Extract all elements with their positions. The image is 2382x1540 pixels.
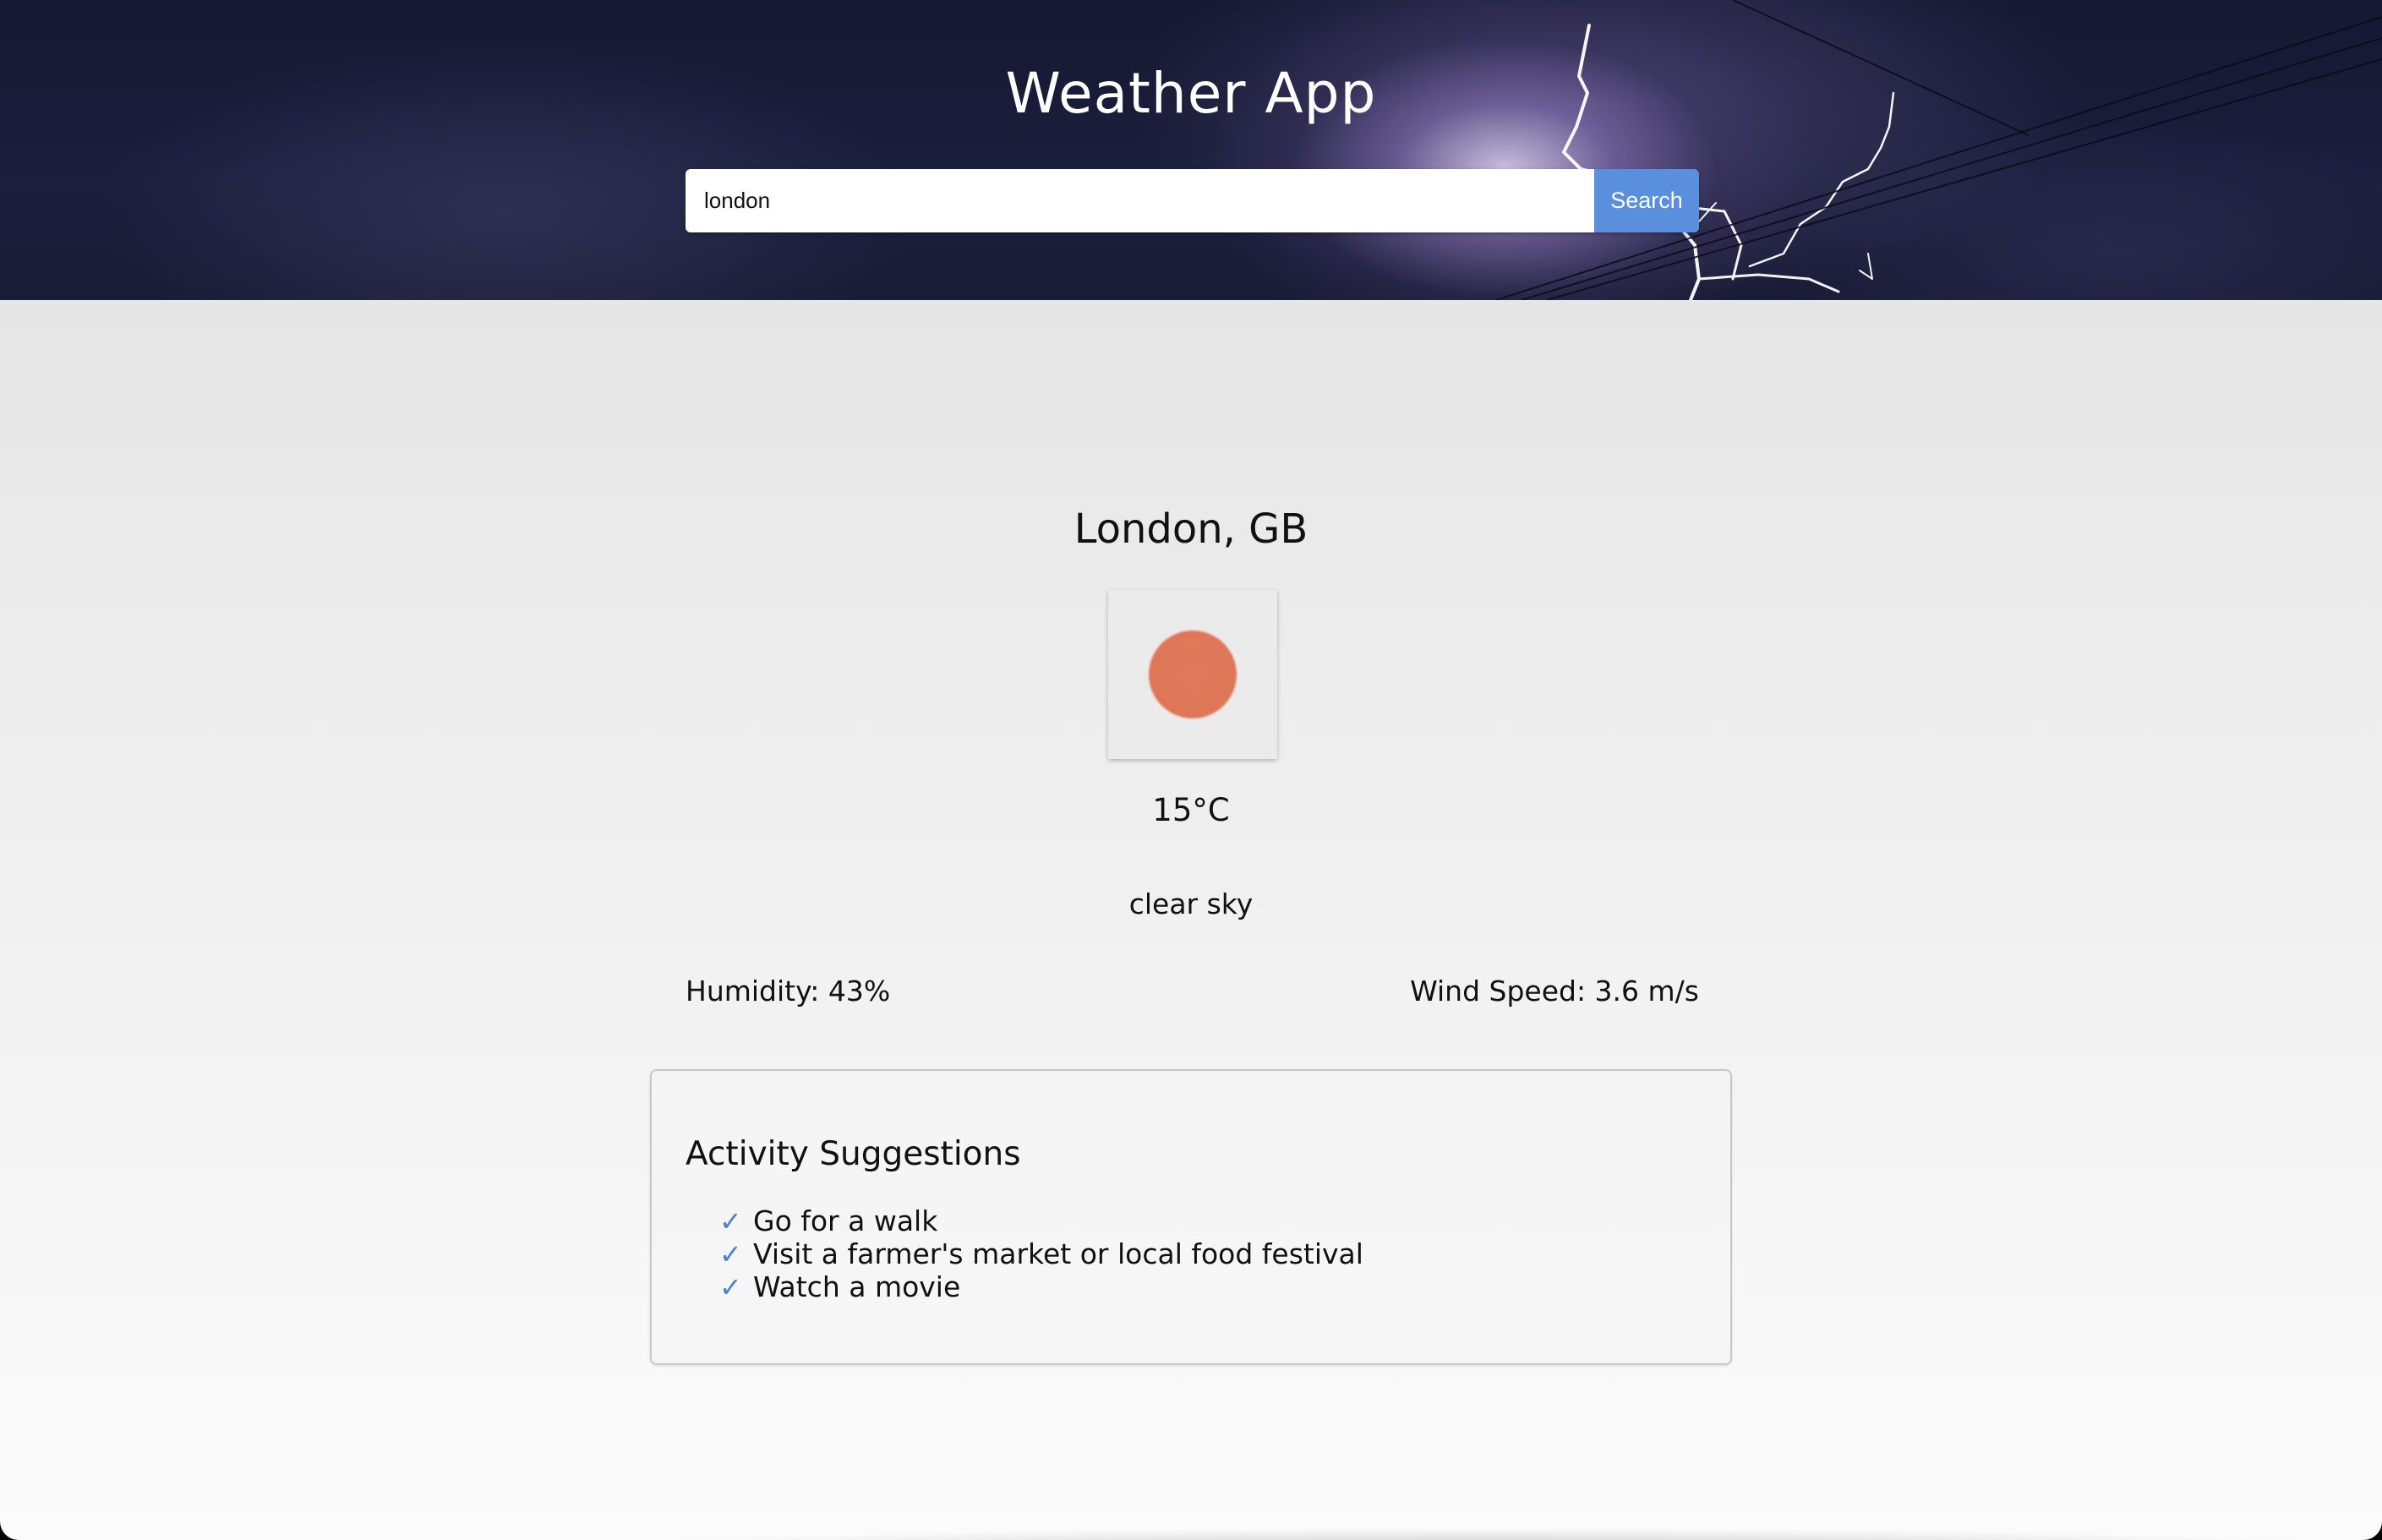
header-banner: Weather App Search	[0, 0, 2382, 300]
weather-description: clear sky	[1128, 887, 1254, 920]
app-window: Weather App Search London, GB 15°C clear…	[0, 0, 2382, 1540]
checkmark-icon: ✓	[719, 1270, 742, 1303]
weather-icon-container	[1108, 590, 1277, 759]
activity-label: Go for a walk	[753, 1204, 938, 1237]
activity-suggestions-card: Activity Suggestions ✓ Go for a walk ✓ V…	[650, 1069, 1732, 1365]
list-item: ✓ Go for a walk	[719, 1204, 1363, 1237]
list-item: ✓ Visit a farmer's market or local food …	[719, 1237, 1363, 1270]
activity-list: ✓ Go for a walk ✓ Visit a farmer's marke…	[719, 1204, 1363, 1303]
wind-speed-value: Wind Speed: 3.6 m/s	[1410, 975, 1699, 1008]
sun-icon	[1149, 631, 1237, 718]
activity-label: Visit a farmer's market or local food fe…	[753, 1237, 1363, 1270]
checkmark-icon: ✓	[719, 1237, 742, 1270]
storm-background-image	[1495, 0, 2382, 300]
activity-label: Watch a movie	[753, 1270, 961, 1303]
temperature-value: 15°C	[1152, 792, 1230, 828]
checkmark-icon: ✓	[719, 1204, 742, 1237]
city-search-input[interactable]	[686, 169, 1594, 232]
list-item: ✓ Watch a movie	[719, 1270, 1363, 1303]
humidity-value: Humidity: 43%	[686, 975, 891, 1008]
location-title: London, GB	[1074, 505, 1308, 553]
activity-suggestions-title: Activity Suggestions	[686, 1135, 1021, 1173]
search-bar: Search	[686, 169, 1699, 232]
app-title: Weather App	[1005, 61, 1377, 126]
search-button[interactable]: Search	[1594, 169, 1699, 232]
bottom-panel-shadow	[609, 1513, 2367, 1540]
